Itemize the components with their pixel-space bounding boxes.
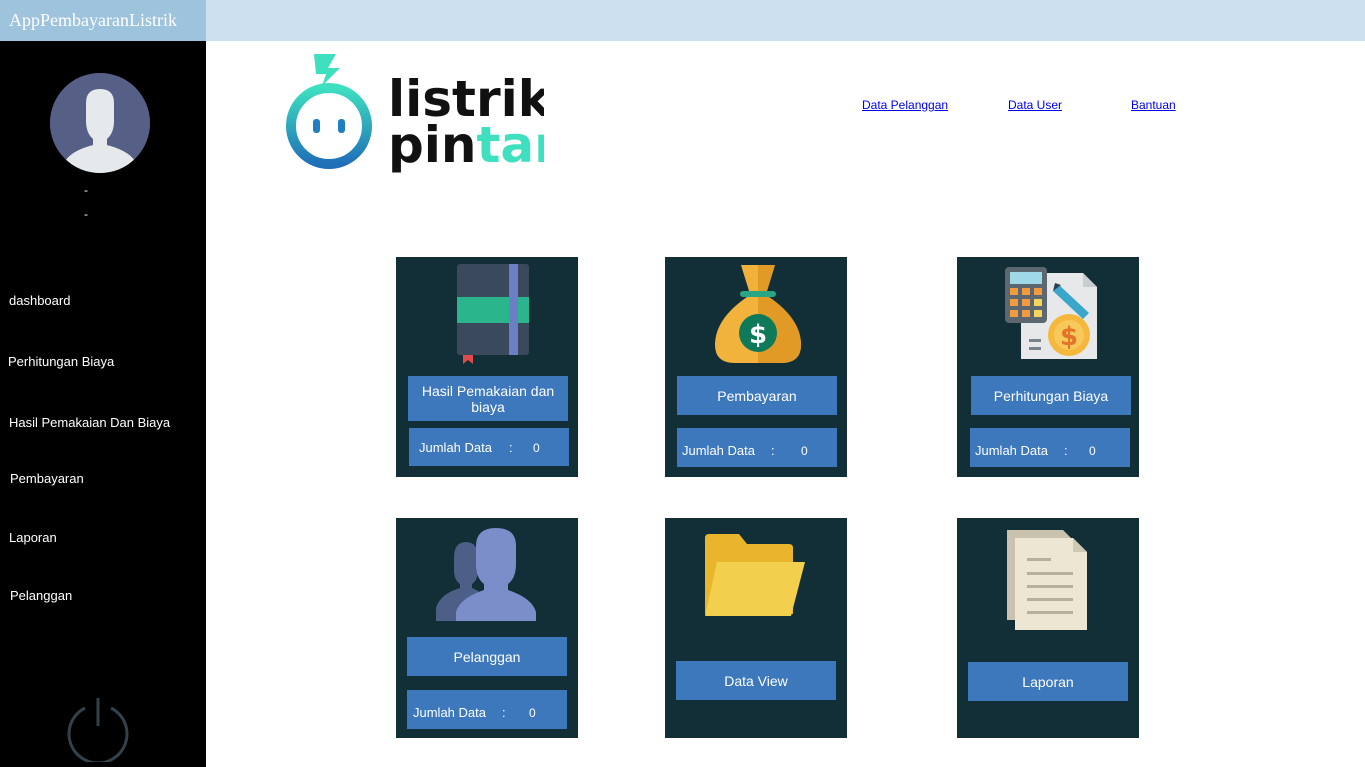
sidebar-item-dashboard[interactable]: dashboard bbox=[9, 293, 70, 308]
perhitungan-biaya-button[interactable]: Perhitungan Biaya bbox=[971, 376, 1131, 415]
calculator-bill-icon: $ bbox=[1003, 265, 1099, 366]
svg-text:$: $ bbox=[1060, 322, 1078, 352]
svg-text:pintar: pintar bbox=[388, 116, 544, 174]
users-icon bbox=[434, 526, 540, 627]
count-separator: : bbox=[771, 443, 775, 458]
sidebar-item-hasil-pemakaian[interactable]: Hasil Pemakaian Dan Biaya bbox=[9, 415, 170, 430]
user-role: - bbox=[84, 207, 88, 221]
pembayaran-count-box: Jumlah Data : 0 bbox=[677, 428, 837, 467]
count-label: Jumlah Data bbox=[682, 443, 755, 458]
hasil-count-box: Jumlah Data : 0 bbox=[409, 428, 569, 466]
card-pembayaran: $ Pembayaran Jumlah Data : 0 bbox=[665, 257, 847, 477]
card-pelanggan: Pelanggan Jumlah Data : 0 bbox=[396, 518, 578, 738]
user-name: - bbox=[84, 183, 88, 197]
count-value: 0 bbox=[529, 706, 536, 720]
listrik-pintar-logo: listrik pintar bbox=[284, 52, 559, 174]
top-bar bbox=[206, 0, 1365, 41]
app-title: AppPembayaranListrik bbox=[0, 0, 206, 41]
sidebar: - - dashboard Perhitungan Biaya Hasil Pe… bbox=[0, 41, 206, 767]
card-laporan: Laporan bbox=[957, 518, 1139, 738]
count-separator: : bbox=[1064, 443, 1068, 458]
count-label: Jumlah Data bbox=[419, 440, 492, 455]
count-label: Jumlah Data bbox=[975, 443, 1048, 458]
pelanggan-button[interactable]: Pelanggan bbox=[407, 637, 567, 676]
card-data-view: Data View bbox=[665, 518, 847, 738]
sidebar-item-laporan[interactable]: Laporan bbox=[9, 530, 57, 545]
count-separator: : bbox=[502, 705, 506, 720]
count-label: Jumlah Data bbox=[413, 705, 486, 720]
user-avatar-icon bbox=[50, 73, 150, 173]
folder-icon bbox=[703, 532, 807, 623]
count-value: 0 bbox=[533, 441, 540, 455]
link-bantuan[interactable]: Bantuan bbox=[1131, 98, 1176, 112]
document-icon bbox=[1005, 528, 1091, 637]
laporan-button[interactable]: Laporan bbox=[968, 662, 1128, 701]
count-separator: : bbox=[509, 440, 513, 455]
pelanggan-count-box: Jumlah Data : 0 bbox=[407, 690, 567, 729]
perhitungan-count-box: Jumlah Data : 0 bbox=[970, 428, 1130, 467]
pembayaran-button[interactable]: Pembayaran bbox=[677, 376, 837, 415]
sidebar-item-pelanggan[interactable]: Pelanggan bbox=[10, 588, 72, 603]
link-data-user[interactable]: Data User bbox=[1008, 98, 1062, 112]
notebook-icon bbox=[456, 263, 530, 370]
sidebar-item-pembayaran[interactable]: Pembayaran bbox=[10, 471, 84, 486]
link-data-pelanggan[interactable]: Data Pelanggan bbox=[862, 98, 948, 112]
card-perhitungan-biaya: $ Perhitungan Biaya Jumlah Data : 0 bbox=[957, 257, 1139, 477]
money-bag-icon: $ bbox=[713, 263, 803, 370]
sidebar-item-perhitungan-biaya[interactable]: Perhitungan Biaya bbox=[8, 354, 114, 369]
svg-text:$: $ bbox=[749, 320, 767, 350]
logo-text-tar: tar bbox=[477, 116, 544, 174]
data-view-button[interactable]: Data View bbox=[676, 661, 836, 700]
count-value: 0 bbox=[1089, 444, 1096, 458]
count-value: 0 bbox=[801, 444, 808, 458]
logo-text-pin: pin bbox=[388, 116, 477, 174]
power-icon[interactable] bbox=[65, 696, 131, 765]
card-hasil-pemakaian: Hasil Pemakaian dan biaya Jumlah Data : … bbox=[396, 257, 578, 477]
hasil-pemakaian-button[interactable]: Hasil Pemakaian dan biaya bbox=[408, 376, 568, 421]
